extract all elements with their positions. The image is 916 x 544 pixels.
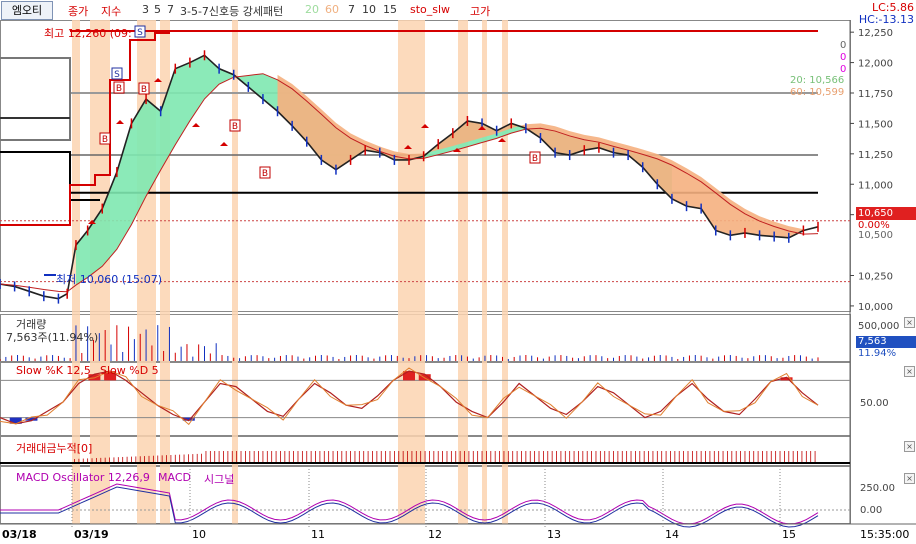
highlight-zone-6: [458, 20, 468, 524]
toolbar-item-6[interactable]: 20: [305, 3, 319, 16]
toolbar-item-0[interactable]: 종가: [68, 3, 88, 19]
highlight-zone-4: [232, 20, 238, 524]
signal-b-2-text: B: [116, 84, 122, 94]
y-tick-label-5: 11,000: [858, 180, 893, 191]
close-cum-panel-icon[interactable]: ×: [904, 441, 915, 452]
x-label-15: 15: [782, 528, 796, 541]
y-tick-label-8: 10,000: [858, 302, 893, 313]
macd-axis-label-1: 250.00: [860, 483, 895, 494]
macd-title-macd: MACD: [158, 471, 191, 484]
close-macd-panel-icon[interactable]: ×: [904, 473, 915, 484]
max-price-label: 최고 12,260 (09:: [44, 27, 132, 40]
close-volume-panel-icon[interactable]: ×: [904, 317, 915, 328]
toolbar-item-4[interactable]: 7: [167, 3, 174, 16]
y-tick-label-0: 12,250: [858, 28, 893, 39]
toolbar-item-3[interactable]: 5: [154, 3, 161, 16]
x-label-0319: 03/19: [74, 528, 109, 541]
x-label-0318: 03/18: [2, 528, 37, 541]
zero-label-3: 0: [840, 64, 847, 75]
toolbar-item-10[interactable]: 15: [383, 3, 397, 16]
macd-title: MACD Oscillator 12,26,9: [16, 471, 150, 484]
stoch-k-title: Slow %K 12,5: [16, 364, 91, 377]
stoch-axis-label: 50.00: [860, 398, 889, 409]
signal-s-2-text: S: [114, 70, 120, 80]
volume-axis-label: 500,000: [858, 321, 900, 332]
signal-b-3-text: B: [141, 85, 147, 95]
current-price-box: 10,650: [856, 207, 916, 220]
zero-label-1: 0: [840, 40, 847, 51]
stoch-d-title: Slow %D 5: [100, 364, 159, 377]
toolbar-item-2[interactable]: 3: [142, 3, 149, 16]
toolbar-item-5[interactable]: 3-5-7신호등 강세패턴: [180, 3, 283, 19]
toolbar-item-9[interactable]: 10: [362, 3, 376, 16]
y-tick-label-3: 11,500: [858, 119, 893, 130]
signal-b-4-text: B: [232, 122, 238, 132]
toolbar-item-8[interactable]: 7: [348, 3, 355, 16]
x-label-11: 11: [311, 528, 325, 541]
last-close-tick: 10,500: [858, 230, 893, 241]
x-label-14: 14: [665, 528, 679, 541]
y-tick-label-2: 11,750: [858, 89, 893, 100]
macd-title-signal: 시그널: [204, 473, 235, 486]
highlight-zone-8: [502, 20, 508, 524]
volume-value-label: 7,563주(11.94%): [6, 331, 99, 344]
signal-b-5-text: B: [262, 169, 268, 179]
toolbar-item-11[interactable]: sto_slw: [410, 3, 450, 16]
highlight-zone-5: [398, 20, 425, 524]
stock-name-button[interactable]: 엠오티: [1, 1, 53, 20]
volume-current-box: 7,563: [856, 336, 916, 348]
close-stoch-panel-icon[interactable]: ×: [904, 366, 915, 377]
x-label-13: 13: [547, 528, 561, 541]
signal-b-1-text: B: [102, 135, 108, 145]
toolbar-item-1[interactable]: 지수: [101, 3, 121, 19]
min-price-label: 최저 10,060 (15:07): [56, 273, 163, 286]
cum-title: 거래대금누적[0]: [16, 442, 93, 455]
signal-s-1-text: S: [137, 28, 143, 38]
x-label-10: 10: [192, 528, 206, 541]
y-tick-label-1: 12,000: [858, 59, 893, 70]
ma60-label: 60: 10,599: [790, 87, 845, 98]
ma20-label: 20: 10,566: [790, 75, 845, 86]
toolbar-item-7[interactable]: 60: [325, 3, 339, 16]
signal-b-6-text: B: [532, 154, 538, 164]
y-tick-label-7: 10,250: [858, 272, 893, 283]
x-label-12: 12: [428, 528, 442, 541]
macd-axis-label-2: 0.00: [860, 505, 883, 516]
volume-pct-label: 11.94%: [858, 348, 897, 359]
hc-label: HC:-13.13: [858, 13, 914, 26]
highlight-zone-7: [482, 20, 487, 524]
zero-label-2: 0: [840, 52, 847, 63]
time-label: 15:35:00: [860, 528, 910, 541]
y-tick-label-4: 11,250: [858, 150, 893, 161]
toolbar-item-12[interactable]: 고가: [470, 3, 490, 19]
